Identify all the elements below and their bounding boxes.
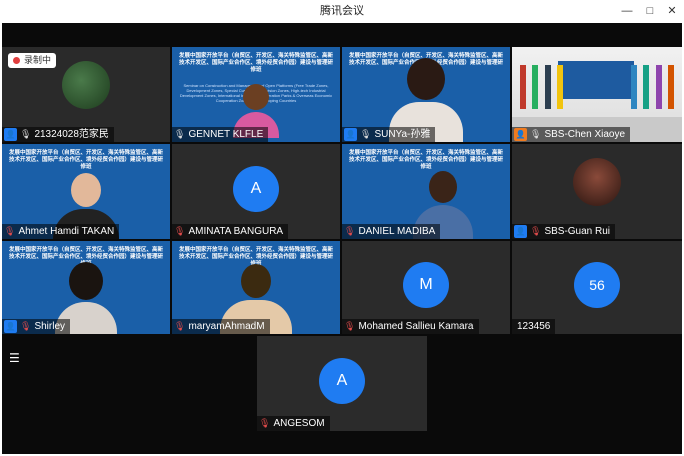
user-icon: 👤 — [514, 128, 527, 141]
window-title: 腾讯会议 — [320, 5, 364, 17]
participant-name: SUNYa-孙雅 — [374, 129, 431, 140]
participant-tile-8[interactable]: 👤 🎙 SBS-Guan Rui — [512, 144, 682, 239]
user-icon: 👤 — [344, 128, 357, 141]
participant-name-tag: 🎙 AMINATA BANGURA — [172, 224, 289, 239]
avatar: M — [403, 261, 449, 308]
microphone-icon: 🎙 — [174, 129, 186, 139]
participant-tile-13[interactable]: A 🎙 ANGESOM — [257, 336, 427, 431]
video-grid: 录制中 👤 🎙 21324028范家民 发展中国家开放平台（自贸区、开发区、海关… — [2, 23, 682, 454]
participant-name-tag: 🎙 GENNET KLFLE — [172, 127, 269, 142]
participant-name: maryamAhmadM — [188, 321, 265, 332]
participant-tile-2[interactable]: 发展中国家开放平台（自贸区、开发区、海关特殊监管区、高新技术开发区、国际产业合作… — [172, 47, 340, 142]
microphone-icon: 🎙 — [360, 129, 372, 139]
microphone-muted-icon: 🎙 — [530, 226, 542, 236]
participant-tile-11[interactable]: M 🎙 Mohamed Sallieu Kamara — [342, 241, 510, 334]
participant-name: AMINATA BANGURA — [188, 226, 284, 237]
microphone-muted-icon: 🎙 — [4, 226, 16, 236]
minimize-button[interactable]: — — [616, 0, 638, 22]
participant-name: 123456 — [517, 321, 551, 332]
participant-name-tag: 👤 🎙 SBS-Guan Rui — [512, 224, 616, 239]
participant-tile-4[interactable]: 👤 🎙 SBS-Chen Xiaoye — [512, 47, 682, 142]
microphone-icon: 🎙 — [20, 129, 32, 139]
flag-row — [520, 65, 674, 109]
microphone-muted-icon: 🎙 — [344, 226, 356, 236]
title-bar: 腾讯会议 — □ ✕ — [0, 0, 684, 22]
participant-name-tag: 👤 🎙 SUNYa-孙雅 — [342, 127, 436, 142]
participant-tile-10[interactable]: 发展中国家开放平台（自贸区、开发区、海关特殊监管区、高新技术开发区、国际产业合作… — [172, 241, 340, 334]
participant-name: Mohamed Sallieu Kamara — [358, 321, 474, 332]
slide-title: 发展中国家开放平台（自贸区、开发区、海关特殊监管区、高新技术开发区、国际产业合作… — [178, 53, 333, 73]
participant-name: ANGESOM — [273, 418, 325, 429]
participant-name: SBS-Guan Rui — [544, 226, 611, 237]
participant-name-tag: 🎙 Ahmet Hamdi TAKAN — [2, 224, 120, 239]
list-menu-icon[interactable]: ☰ — [9, 351, 21, 365]
participant-tile-1[interactable]: 录制中 👤 🎙 21324028范家民 — [2, 47, 170, 142]
microphone-muted-icon: 🎙 — [174, 226, 186, 236]
participant-name: SBS-Chen Xiaoye — [544, 129, 626, 140]
participant-name: Ahmet Hamdi TAKAN — [18, 226, 115, 237]
participant-tile-9[interactable]: 发展中国家开放平台（自贸区、开发区、海关特殊监管区、高新技术开发区、国际产业合作… — [2, 241, 170, 334]
microphone-muted-icon: 🎙 — [20, 321, 32, 331]
microphone-muted-icon: 🎙 — [344, 321, 356, 331]
microphone-muted-icon: 🎙 — [174, 321, 186, 331]
participant-name: 21324028范家民 — [34, 129, 109, 140]
participant-name-tag: 🎙 maryamAhmadM — [172, 319, 270, 334]
meeting-window: 腾讯会议 — □ ✕ 录制中 👤 🎙 21324028范家民 发展中国家开放平台… — [0, 0, 684, 456]
user-icon: 👤 — [4, 320, 17, 333]
avatar: A — [319, 357, 365, 404]
participant-name: DANIEL MADIBA — [358, 226, 436, 237]
participant-tile-7[interactable]: 发展中国家开放平台（自贸区、开发区、海关特殊监管区、高新技术开发区、国际产业合作… — [342, 144, 510, 239]
avatar: 56 — [574, 261, 620, 308]
slide-title: 发展中国家开放平台（自贸区、开发区、海关特殊监管区、高新技术开发区、国际产业合作… — [348, 150, 503, 170]
user-icon: 👤 — [514, 225, 527, 238]
slide-title: 发展中国家开放平台（自贸区、开发区、海关特殊监管区、高新技术开发区、国际产业合作… — [8, 150, 163, 170]
recording-badge[interactable]: 录制中 — [8, 53, 57, 68]
participant-name-tag: 🎙 Mohamed Sallieu Kamara — [342, 319, 479, 334]
avatar: A — [233, 165, 279, 212]
close-button[interactable]: ✕ — [661, 0, 683, 22]
participant-name-tag: 🎙 DANIEL MADIBA — [342, 224, 441, 239]
participant-name-tag: 👤 🎙 Shirley — [2, 319, 71, 334]
profile-picture — [62, 61, 110, 109]
microphone-muted-icon: 🎙 — [259, 418, 271, 428]
microphone-icon: 🎙 — [530, 129, 542, 139]
maximize-button[interactable]: □ — [639, 0, 661, 22]
participant-name-tag: 👤 🎙 21324028范家民 — [2, 127, 114, 142]
participant-tile-12[interactable]: 56 123456 — [512, 241, 682, 334]
profile-picture — [573, 158, 621, 206]
user-icon: 👤 — [4, 128, 17, 141]
participant-name: GENNET KLFLE — [188, 129, 264, 140]
participant-tile-6[interactable]: A 🎙 AMINATA BANGURA — [172, 144, 340, 239]
participant-tile-5[interactable]: 发展中国家开放平台（自贸区、开发区、海关特殊监管区、高新技术开发区、国际产业合作… — [2, 144, 170, 239]
participant-name-tag: 👤 🎙 SBS-Chen Xiaoye — [512, 127, 631, 142]
recording-label: 录制中 — [24, 55, 52, 65]
participant-name-tag: 🎙 ANGESOM — [257, 416, 330, 431]
participant-name: Shirley — [34, 321, 66, 332]
participant-tile-3[interactable]: 发展中国家开放平台（自贸区、开发区、海关特殊监管区、高新技术开发区、国际产业合作… — [342, 47, 510, 142]
record-dot-icon — [13, 57, 20, 64]
participant-name-tag: 123456 — [512, 319, 556, 334]
